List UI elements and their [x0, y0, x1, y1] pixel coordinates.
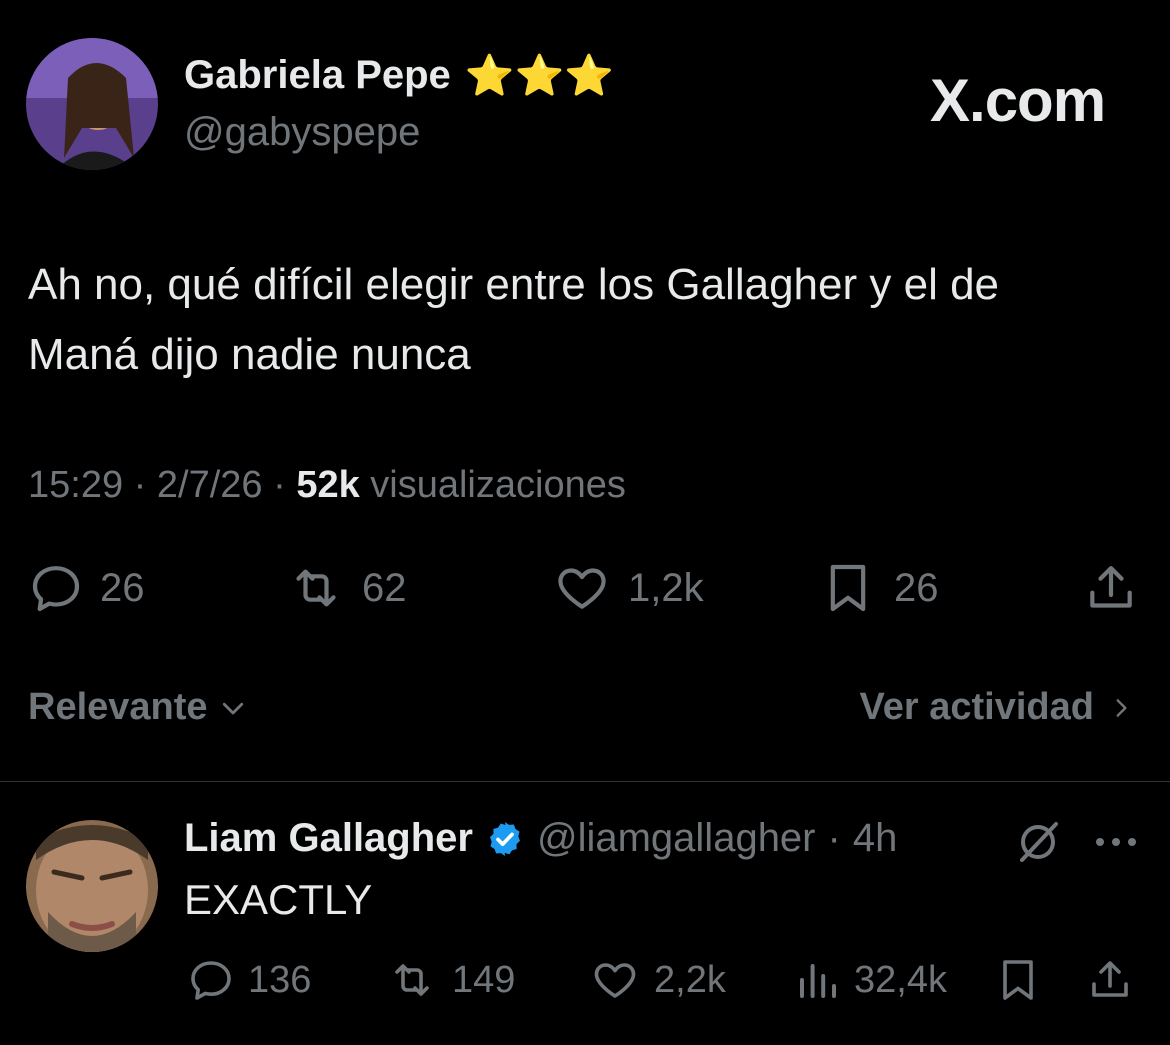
reply-reply-button[interactable]: 136 [186, 956, 311, 1004]
view-activity-link[interactable]: Ver actividad [860, 686, 1134, 729]
chevron-down-icon [222, 702, 243, 714]
like-button[interactable]: 1,2k [552, 560, 704, 616]
more-options-icon[interactable] [1092, 822, 1140, 867]
author-name[interactable]: Gabriela Pepe [184, 53, 451, 98]
bookmark-icon [1003, 960, 1033, 1000]
reply-share-button[interactable] [1086, 956, 1134, 1009]
views-chart-icon [800, 964, 836, 998]
repost-count: 62 [362, 565, 407, 610]
reply-count: 26 [100, 565, 145, 610]
verified-badge-icon [489, 821, 520, 856]
tweet-text: Ah no, qué difícil elegir entre los Gall… [28, 250, 999, 390]
tweet-meta: 15:29 · 2/7/26 · 52k visualizaciones [28, 464, 626, 506]
reply-views-count: 32,4k [854, 958, 947, 1001]
sort-dropdown[interactable]: Relevante [28, 686, 248, 729]
bookmark-count: 26 [894, 565, 939, 610]
reply-button[interactable]: 26 [28, 560, 145, 616]
views-count: 52k [296, 464, 360, 506]
sort-label: Relevante [28, 686, 208, 728]
repost-icon [395, 964, 429, 996]
view-activity-label: Ver actividad [859, 686, 1094, 728]
reply-like-count: 2,2k [654, 958, 726, 1001]
grok-icon[interactable] [1014, 818, 1062, 871]
share-button[interactable] [1082, 560, 1140, 621]
reply-icon [32, 566, 80, 612]
share-icon [1090, 566, 1132, 608]
reply-repost-button[interactable]: 149 [384, 956, 515, 1004]
views-label: visualizaciones [370, 464, 626, 506]
divider [0, 781, 1170, 782]
tweet-text-line: Maná dijo nadie nunca [28, 330, 471, 379]
repost-button[interactable]: 62 [286, 560, 407, 616]
reply-author-name[interactable]: Liam Gallagher [184, 816, 473, 861]
repost-icon [296, 569, 336, 607]
x-com-watermark: X.com [930, 67, 1106, 134]
reply-age[interactable]: 4h [853, 816, 898, 861]
heart-icon [594, 963, 636, 998]
bookmark-button[interactable]: 26 [818, 560, 939, 616]
reply-like-button[interactable]: 2,2k [588, 956, 726, 1004]
reply-avatar[interactable] [26, 820, 158, 952]
tweet-time[interactable]: 15:29 [28, 464, 123, 506]
reply-reply-count: 136 [248, 958, 312, 1001]
reply-repost-count: 149 [452, 958, 516, 1001]
heart-icon [558, 568, 606, 609]
share-icon [1092, 961, 1128, 997]
reply-views-button[interactable]: 32,4k [794, 956, 947, 1004]
star-emoji: ⭐⭐⭐ [464, 54, 615, 98]
reply-author-handle[interactable]: @liamgallagher [537, 816, 816, 861]
tweet-text-line: Ah no, qué difícil elegir entre los Gall… [28, 260, 1000, 309]
bookmark-icon [830, 564, 866, 612]
like-count: 1,2k [628, 565, 704, 610]
tweet-date[interactable]: 2/7/26 [157, 464, 263, 506]
chevron-right-icon [1116, 698, 1127, 717]
reply-icon [191, 961, 231, 1000]
author-handle[interactable]: @gabyspepe [184, 110, 420, 155]
reply-bookmark-button[interactable] [994, 956, 1042, 1009]
author-avatar[interactable] [26, 38, 158, 170]
reply-text: EXACTLY [184, 876, 373, 923]
